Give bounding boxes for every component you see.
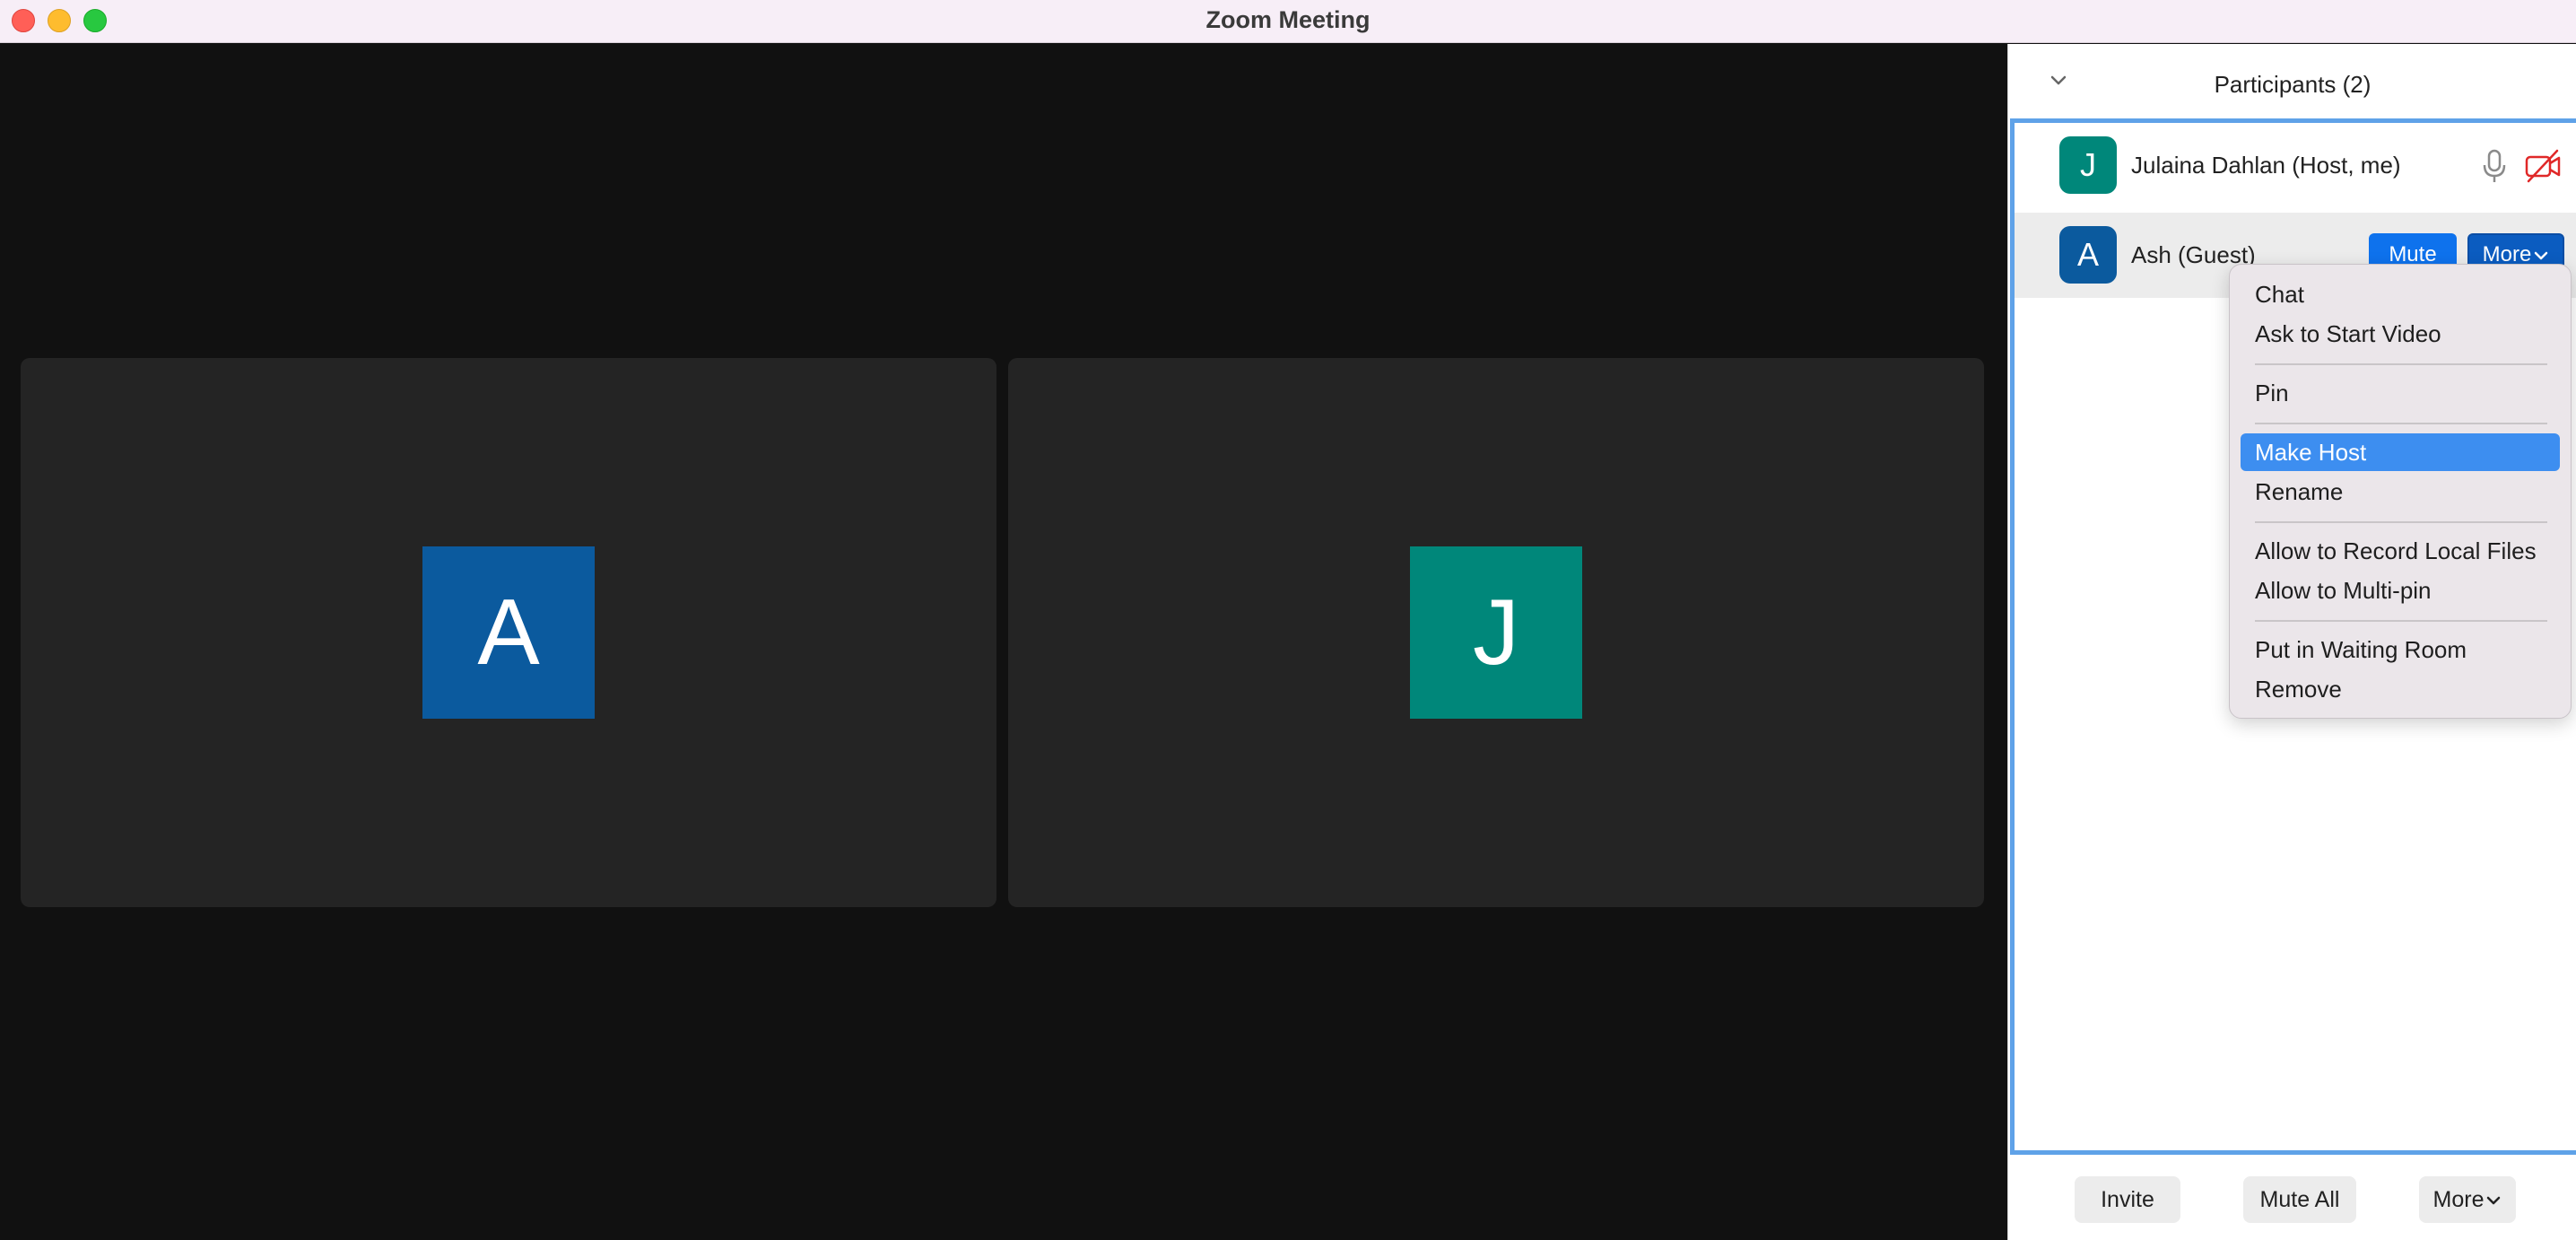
menu-item-chat[interactable]: Chat — [2241, 275, 2560, 313]
invite-button[interactable]: Invite — [2075, 1176, 2180, 1223]
participants-footer: Invite Mute All More — [2008, 1155, 2576, 1240]
video-area: A J — [0, 44, 2007, 1240]
footer-more-button[interactable]: More — [2419, 1176, 2516, 1223]
participant-context-menu: Chat Ask to Start Video Pin Make Host Re… — [2229, 264, 2572, 719]
tile-avatar: J — [1410, 546, 1582, 719]
video-tile-a[interactable]: A — [21, 358, 996, 907]
chevron-down-icon — [2487, 1197, 2501, 1205]
more-label: More — [2432, 1187, 2485, 1212]
participants-header: Participants (2) — [2008, 44, 2576, 118]
more-label: More — [2482, 242, 2532, 266]
participants-title: Participants (2) — [2214, 71, 2371, 98]
video-tile-j[interactable]: J — [1008, 358, 1984, 907]
menu-item-ask-to-start-video[interactable]: Ask to Start Video — [2241, 315, 2560, 353]
menu-separator — [2255, 620, 2547, 622]
window-title: Zoom Meeting — [1205, 6, 1371, 33]
chevron-down-icon — [2535, 251, 2548, 259]
title-bar: Zoom Meeting — [0, 0, 2576, 43]
menu-item-remove[interactable]: Remove — [2241, 670, 2560, 708]
mic-icon[interactable] — [2478, 148, 2511, 184]
menu-item-make-host[interactable]: Make Host — [2241, 433, 2560, 471]
menu-item-allow-record-local-files[interactable]: Allow to Record Local Files — [2241, 532, 2560, 570]
menu-item-rename[interactable]: Rename — [2241, 473, 2560, 511]
participant-name: Julaina Dahlan (Host, me) — [2131, 152, 2401, 179]
menu-item-allow-multi-pin[interactable]: Allow to Multi-pin — [2241, 572, 2560, 609]
menu-item-put-in-waiting-room[interactable]: Put in Waiting Room — [2241, 631, 2560, 668]
participant-row[interactable]: J Julaina Dahlan (Host, me) — [2015, 123, 2576, 208]
menu-item-pin[interactable]: Pin — [2241, 374, 2560, 412]
menu-separator — [2255, 423, 2547, 424]
avatar: J — [2059, 136, 2117, 194]
menu-separator — [2255, 363, 2547, 365]
video-off-icon[interactable] — [2524, 148, 2562, 184]
avatar: A — [2059, 226, 2117, 284]
menu-separator — [2255, 521, 2547, 523]
mute-all-button[interactable]: Mute All — [2243, 1176, 2356, 1223]
tile-avatar: A — [422, 546, 595, 719]
